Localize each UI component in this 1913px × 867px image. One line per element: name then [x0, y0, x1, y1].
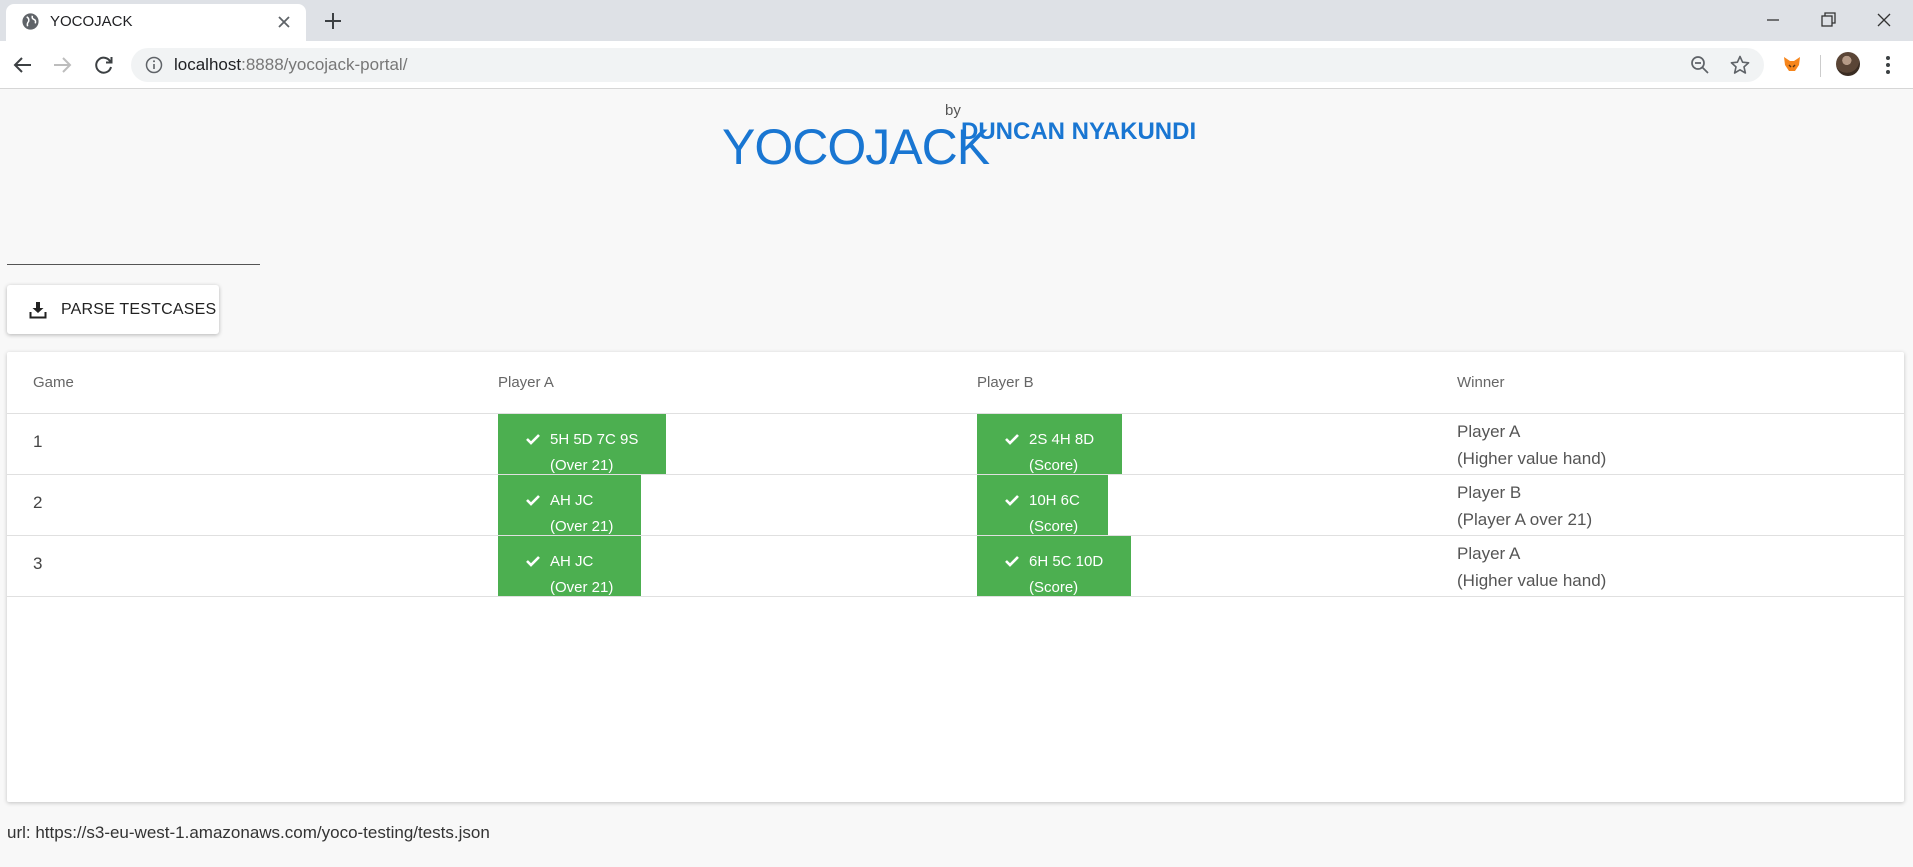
url-path: :8888/yocojack-portal/ [241, 55, 408, 74]
check-icon [1005, 556, 1019, 567]
winner-reason: (Higher value hand) [1457, 449, 1607, 468]
winner-cell: Player A (Higher value hand) [1457, 540, 1606, 594]
bookmark-star-icon[interactable] [1729, 54, 1751, 76]
winner-reason: (Higher value hand) [1457, 571, 1607, 590]
game-number: 2 [33, 493, 43, 512]
table-header: Game Player A Player B Winner [7, 352, 1904, 414]
player-b-status: (Score) [1029, 579, 1079, 596]
game-number: 1 [33, 432, 43, 451]
column-header-player-a: Player A [498, 374, 554, 391]
player-b-cards: 6H 5C 10D [1029, 553, 1104, 570]
check-icon [526, 556, 540, 567]
new-tab-icon[interactable] [322, 10, 344, 32]
column-header-player-b: Player B [977, 374, 1034, 391]
player-b-cards: 10H 6C [1029, 492, 1080, 509]
player-b-hand-chip: 10H 6C (Score) [977, 475, 1108, 535]
check-icon [1005, 434, 1019, 445]
winner-name: Player A [1457, 422, 1521, 441]
player-a-status: (Over 21) [550, 579, 614, 596]
by-label: by [945, 102, 961, 119]
more-menu-icon[interactable] [1880, 53, 1896, 77]
page-title: YOCOJACK [722, 119, 990, 175]
reload-icon[interactable] [92, 53, 116, 77]
parse-testcases-label: PARSE TESTCASES [61, 300, 217, 318]
back-arrow-icon[interactable] [11, 53, 35, 77]
minimize-icon[interactable] [1761, 8, 1785, 32]
player-a-cards: AH JC [550, 553, 594, 570]
player-a-hand-chip: 5H 5D 7C 9S (Over 21) [498, 414, 667, 474]
player-a-hand-chip: AH JC (Over 21) [498, 475, 642, 535]
author-name: DUNCAN NYAKUNDI [961, 118, 1197, 145]
close-tab-icon[interactable] [274, 12, 294, 32]
forward-arrow-icon[interactable] [50, 53, 74, 77]
table-row: 1 5H 5D 7C 9S (Over 21) 2S 4H 8D (Score)… [7, 414, 1904, 475]
winner-name: Player B [1457, 483, 1522, 502]
player-b-hand-chip: 6H 5C 10D (Score) [977, 536, 1132, 596]
player-b-cards: 2S 4H 8D [1029, 431, 1095, 448]
game-number: 3 [33, 554, 43, 573]
window-close-icon[interactable] [1872, 8, 1896, 32]
url-input-underline[interactable] [7, 264, 260, 265]
page-header: YOCOJACK by DUNCAN NYAKUNDI [0, 90, 1913, 180]
globe-icon [22, 13, 39, 30]
restore-icon[interactable] [1816, 8, 1840, 32]
address-bar[interactable]: localhost:8888/yocojack-portal/ [131, 48, 1764, 82]
check-icon [1005, 495, 1019, 506]
table-row: 3 AH JC (Over 21) 6H 5C 10D (Score) Play… [7, 536, 1904, 597]
fox-extension-icon[interactable] [1781, 53, 1803, 75]
info-icon[interactable] [145, 56, 163, 74]
tab-title: YOCOJACK [50, 13, 133, 30]
download-icon [29, 301, 47, 318]
winner-cell: Player B (Player A over 21) [1457, 479, 1592, 533]
url-host: localhost [174, 55, 242, 74]
browser-tabstrip: YOCOJACK [0, 0, 1913, 41]
browser-toolbar: localhost:8888/yocojack-portal/ [0, 41, 1913, 89]
zoom-out-icon[interactable] [1690, 55, 1710, 75]
url-text[interactable]: localhost:8888/yocojack-portal/ [174, 55, 407, 75]
check-icon [526, 495, 540, 506]
toolbar-divider [1820, 55, 1821, 77]
column-header-winner: Winner [1457, 374, 1505, 391]
parse-testcases-button[interactable]: PARSE TESTCASES [7, 285, 219, 334]
winner-reason: (Player A over 21) [1457, 510, 1593, 529]
testcases-url-text: url: https://s3-eu-west-1.amazonaws.com/… [7, 823, 490, 842]
browser-tab[interactable]: YOCOJACK [6, 4, 306, 41]
player-b-hand-chip: 2S 4H 8D (Score) [977, 414, 1123, 474]
player-a-cards: AH JC [550, 492, 594, 509]
avatar[interactable] [1836, 52, 1860, 76]
winner-cell: Player A (Higher value hand) [1457, 418, 1606, 472]
check-icon [526, 434, 540, 445]
results-table: Game Player A Player B Winner 1 5H 5D 7C… [7, 352, 1904, 802]
winner-name: Player A [1457, 544, 1521, 563]
player-a-hand-chip: AH JC (Over 21) [498, 536, 642, 596]
player-a-cards: 5H 5D 7C 9S [550, 431, 639, 448]
table-row: 2 AH JC (Over 21) 10H 6C (Score) Player … [7, 475, 1904, 536]
column-header-game: Game [33, 374, 74, 391]
